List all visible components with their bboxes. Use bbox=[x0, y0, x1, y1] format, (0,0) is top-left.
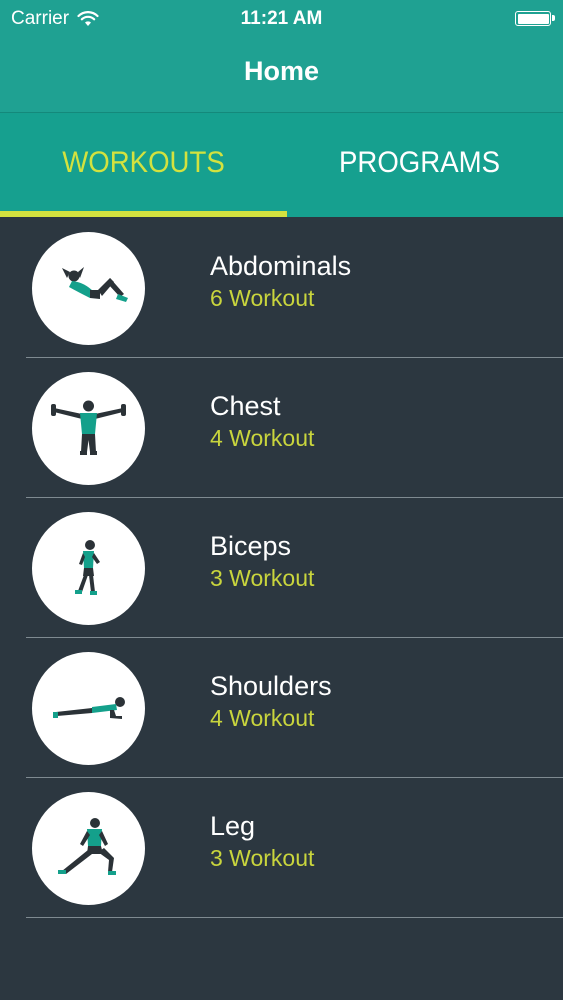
arms-stretch-figure-icon bbox=[51, 400, 126, 455]
workout-thumbnail bbox=[32, 652, 145, 765]
workout-row-shoulders[interactable]: Shoulders 4 Workout bbox=[0, 638, 563, 778]
page-title: Home bbox=[243, 56, 319, 86]
workout-row-biceps[interactable]: Biceps 3 Workout bbox=[0, 498, 563, 638]
crunch-figure-icon bbox=[62, 267, 128, 302]
plank-figure-icon bbox=[53, 697, 125, 719]
workout-count: 3 Workout bbox=[210, 565, 315, 591]
tab-workouts[interactable]: WORKOUTS bbox=[11, 113, 275, 217]
workout-thumbnail bbox=[32, 372, 145, 485]
workout-thumbnail bbox=[32, 512, 145, 625]
workout-name: Leg bbox=[210, 811, 256, 841]
navigation-bar: Home bbox=[0, 38, 563, 112]
workout-thumbnail bbox=[32, 792, 145, 905]
status-bar: Carrier 11:21 AM bbox=[0, 0, 563, 38]
segment-tabs: WORKOUTS PROGRAMS bbox=[0, 112, 563, 217]
workout-count: 4 Workout bbox=[210, 425, 315, 451]
lunge-figure-icon bbox=[58, 818, 116, 875]
workout-name: Biceps bbox=[210, 531, 292, 561]
workout-thumbnail bbox=[32, 232, 145, 345]
workout-name: Chest bbox=[210, 391, 281, 421]
workout-name: Shoulders bbox=[210, 671, 332, 701]
battery-icon bbox=[515, 11, 555, 26]
workout-row-chest[interactable]: Chest 4 Workout bbox=[0, 358, 563, 498]
walking-figure-icon bbox=[75, 540, 100, 595]
tab-selected-indicator bbox=[0, 211, 287, 217]
workout-row-leg[interactable]: Leg 3 Workout bbox=[0, 778, 563, 918]
row-divider bbox=[26, 917, 563, 918]
workout-name: Abdominals bbox=[210, 251, 352, 281]
workout-count: 6 Workout bbox=[210, 285, 315, 311]
status-time: 11:21 AM bbox=[240, 8, 323, 29]
workout-row-abdominals[interactable]: Abdominals 6 Workout bbox=[0, 218, 563, 358]
workout-list: Abdominals 6 Workout Chest 4 Workout Bic… bbox=[0, 218, 563, 918]
workout-count: 3 Workout bbox=[210, 845, 315, 871]
workout-count: 4 Workout bbox=[210, 705, 315, 731]
tab-programs[interactable]: PROGRAMS bbox=[287, 113, 551, 217]
